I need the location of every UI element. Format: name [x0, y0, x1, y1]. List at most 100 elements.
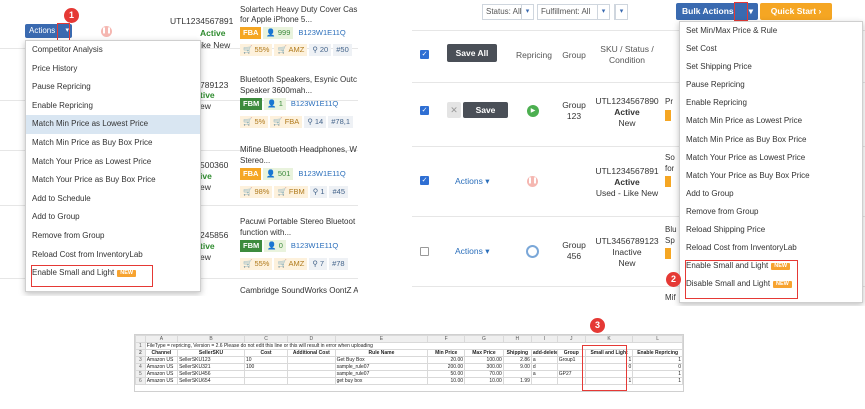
menu-item-set-cost[interactable]: Set Cost — [680, 40, 862, 58]
data-cell[interactable]: 100.00 — [464, 356, 504, 364]
menu-item-enable-repricing[interactable]: Enable Repricing — [26, 97, 200, 116]
data-cell[interactable]: 50.00 — [427, 370, 466, 378]
column-letter[interactable]: K — [584, 335, 634, 343]
save-all-button[interactable]: Save All — [447, 44, 497, 62]
column-letter[interactable]: E — [334, 335, 429, 343]
row1-checkbox[interactable]: ✓ — [420, 106, 429, 115]
column-letter[interactable]: G — [464, 335, 504, 343]
data-cell[interactable]: Amazon US — [144, 356, 179, 364]
data-cell[interactable]: 1 — [632, 370, 683, 378]
row-number[interactable]: 1 — [135, 342, 146, 350]
data-cell[interactable]: Amazon US — [144, 377, 179, 385]
row2-title[interactable]: Bluetooth Speakers, Esynic Outc — [240, 74, 358, 85]
row5-title[interactable]: Cambridge SoundWorks OontZ A — [240, 285, 358, 296]
play-icon[interactable]: ▶ — [527, 105, 539, 117]
data-cell[interactable] — [243, 377, 289, 385]
header-cell[interactable]: Cost — [243, 349, 289, 357]
menu-item-match-min-price-as-lowest-price[interactable]: Match Min Price as Lowest Price — [680, 112, 862, 130]
row2-actions-link[interactable]: Actions ▾ — [455, 176, 490, 187]
menu-item-reload-cost-from-inventorylab[interactable]: Reload Cost from InventoryLab — [26, 246, 200, 265]
data-cell[interactable] — [243, 370, 289, 378]
data-cell[interactable]: sample_rule07 — [334, 370, 429, 378]
fulfillment-filter[interactable]: Fulfillment: All ▾ — [537, 4, 610, 20]
corner-cell[interactable] — [135, 335, 146, 343]
row-number[interactable]: 2 — [135, 349, 146, 357]
pause-icon[interactable]: ❚❚ — [101, 26, 112, 37]
menu-item-add-to-group[interactable]: Add to Group — [680, 185, 862, 203]
column-letter[interactable]: I — [530, 335, 558, 343]
data-cell[interactable]: 70.00 — [464, 370, 504, 378]
menu-item-set-min-max-price-rule[interactable]: Set Min/Max Price & Rule — [680, 22, 862, 40]
menu-item-set-shipping-price[interactable]: Set Shipping Price — [680, 58, 862, 76]
menu-item-reload-cost-from-inventorylab[interactable]: Reload Cost from InventoryLab — [680, 239, 862, 257]
data-cell[interactable]: Amazon US — [144, 370, 179, 378]
row3-actions-link[interactable]: Actions ▾ — [455, 246, 490, 257]
data-cell[interactable]: 1 — [632, 377, 683, 385]
data-cell[interactable]: 9.00 — [502, 363, 532, 371]
row-number[interactable]: 6 — [135, 377, 146, 385]
data-cell[interactable] — [502, 370, 532, 378]
data-cell[interactable] — [287, 356, 336, 364]
column-letter[interactable]: A — [144, 335, 179, 343]
data-cell[interactable]: 10 — [243, 356, 289, 364]
extra-filter[interactable]: ▾ — [614, 4, 628, 20]
cancel-button[interactable]: ✕ — [447, 102, 461, 118]
row2-checkbox[interactable]: ✓ — [420, 176, 429, 185]
column-letter[interactable]: B — [177, 335, 245, 343]
header-cell[interactable]: Channel — [144, 349, 179, 357]
clock-icon[interactable] — [526, 245, 539, 258]
menu-item-add-to-schedule[interactable]: Add to Schedule — [26, 190, 200, 209]
column-letter[interactable]: D — [287, 335, 336, 343]
header-cell[interactable]: Min Price — [427, 349, 466, 357]
column-letter[interactable]: F — [427, 335, 466, 343]
header-cell[interactable]: Shipping — [502, 349, 532, 357]
data-cell[interactable]: get buy box — [334, 377, 429, 385]
column-letter[interactable]: J — [556, 335, 586, 343]
header-cell[interactable]: Additional Cost — [287, 349, 336, 357]
data-cell[interactable]: 10.00 — [427, 377, 466, 385]
menu-item-add-to-group[interactable]: Add to Group — [26, 208, 200, 227]
pause-icon[interactable]: ❚❚ — [527, 176, 538, 187]
row-number[interactable]: 4 — [135, 363, 146, 371]
data-cell[interactable]: 10.00 — [464, 377, 504, 385]
menu-item-match-min-price-as-buy-box-price[interactable]: Match Min Price as Buy Box Price — [680, 131, 862, 149]
data-cell[interactable]: 300.00 — [464, 363, 504, 371]
data-cell[interactable]: SellerSKU321 — [177, 363, 245, 371]
menu-item-match-your-price-as-buy-box-price[interactable]: Match Your Price as Buy Box Price — [680, 167, 862, 185]
menu-item-remove-from-group[interactable]: Remove from Group — [680, 203, 862, 221]
data-cell[interactable]: SellerSKU654 — [177, 377, 245, 385]
menu-item-reload-shipping-price[interactable]: Reload Shipping Price — [680, 221, 862, 239]
data-cell[interactable]: 1 — [632, 356, 683, 364]
data-cell[interactable]: Get Buy Box — [334, 356, 429, 364]
data-cell[interactable] — [287, 377, 336, 385]
status-filter[interactable]: Status: All ▾ — [482, 4, 534, 20]
data-cell[interactable]: a — [530, 370, 558, 378]
quick-start-button[interactable]: Quick Start › — [760, 3, 832, 20]
data-cell[interactable]: 0 — [632, 363, 683, 371]
data-cell[interactable]: d — [530, 363, 558, 371]
data-cell[interactable] — [287, 370, 336, 378]
data-cell[interactable]: 2.86 — [502, 356, 532, 364]
menu-item-competitor-analysis[interactable]: Competitor Analysis — [26, 41, 200, 60]
menu-item-match-your-price-as-buy-box-price[interactable]: Match Your Price as Buy Box Price — [26, 171, 200, 190]
data-cell[interactable]: SellerSKU456 — [177, 370, 245, 378]
menu-item-enable-repricing[interactable]: Enable Repricing — [680, 94, 862, 112]
header-cell[interactable]: Rule Name — [334, 349, 429, 357]
asin-link[interactable]: B123W1E11Q — [295, 27, 348, 39]
header-cell[interactable]: SellerSKU — [177, 349, 245, 357]
row-number[interactable]: 5 — [135, 370, 146, 378]
data-cell[interactable]: 1.99 — [502, 377, 532, 385]
header-cell[interactable]: Enable Repricing — [632, 349, 683, 357]
menu-item-pause-repricing[interactable]: Pause Repricing — [26, 78, 200, 97]
data-cell[interactable] — [530, 377, 558, 385]
asin-link[interactable]: B123W1E11Q — [288, 98, 341, 110]
row3-title[interactable]: Mifine Bluetooth Headphones, W — [240, 144, 358, 155]
column-letter[interactable]: L — [632, 335, 683, 343]
row4-title[interactable]: Pacuwi Portable Stereo Bluetoot — [240, 216, 358, 227]
data-cell[interactable]: 200.00 — [427, 363, 466, 371]
row3-checkbox[interactable] — [420, 247, 429, 256]
asin-link[interactable]: B123W1E11Q — [295, 168, 348, 180]
row-number[interactable]: 3 — [135, 356, 146, 364]
menu-item-match-your-price-as-lowest-price[interactable]: Match Your Price as Lowest Price — [26, 153, 200, 172]
column-letter[interactable]: C — [243, 335, 289, 343]
